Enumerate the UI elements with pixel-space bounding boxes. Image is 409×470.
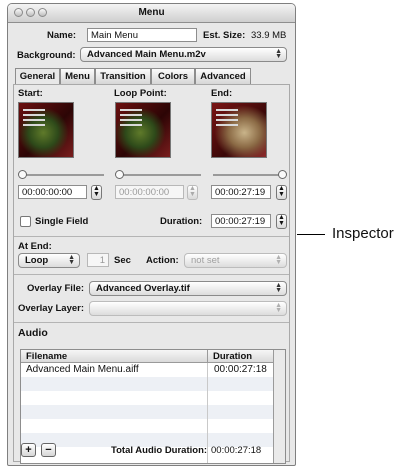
popup-arrows-icon: ▲ ▼	[275, 48, 282, 60]
empty-row	[21, 377, 273, 391]
action-popup-value: not set	[191, 255, 220, 266]
end-label: End:	[211, 88, 233, 99]
background-label: Background:	[17, 50, 76, 61]
action-label: Action:	[146, 255, 179, 266]
duration-stepper[interactable]: ▲ ▼	[276, 214, 287, 229]
loop-point-slider-knob[interactable]	[115, 170, 124, 179]
background-popup-value: Advanced Main Menu.m2v	[87, 49, 206, 60]
add-audio-button[interactable]: +	[21, 443, 36, 457]
end-timecode-stepper[interactable]: ▲ ▼	[276, 185, 287, 200]
loop-point-timecode-field: 00:00:00:00	[115, 185, 184, 199]
single-field-label: Single Field	[35, 216, 89, 227]
window-title: Menu	[138, 7, 165, 18]
popup-arrows-icon: ▲ ▼	[68, 254, 75, 266]
single-field-checkbox[interactable]	[20, 216, 31, 227]
audio-section-title: Audio	[18, 327, 48, 339]
action-popup: not set ▲ ▼	[184, 253, 287, 268]
overlay-layer-label: Overlay Layer:	[18, 303, 85, 314]
name-field[interactable]: Main Menu	[87, 28, 197, 42]
at-end-popup-value: Loop	[25, 255, 49, 266]
end-frame-thumbnail	[211, 102, 267, 158]
audio-duration-cell: 00:00:27:18	[214, 364, 267, 375]
loop-point-timecode-stepper: ▲ ▼	[187, 185, 198, 200]
overlay-file-popup-value: Advanced Overlay.tif	[96, 283, 190, 294]
start-timecode-field[interactable]: 00:00:00:00	[18, 185, 87, 199]
loop-point-slider[interactable]	[115, 170, 203, 180]
total-audio-duration-value: 00:00:27:18	[211, 445, 262, 456]
end-slider[interactable]	[211, 170, 287, 180]
duration-label: Duration:	[160, 216, 203, 227]
sec-field: 1	[87, 253, 109, 267]
overlay-file-label: Overlay File:	[27, 283, 85, 294]
popup-arrows-icon: ▲ ▼	[275, 282, 282, 294]
popup-arrows-icon: ▲ ▼	[275, 254, 282, 266]
est-size-value: 33.9 MB	[251, 30, 287, 41]
tab-transition[interactable]: Transition	[95, 68, 151, 85]
tab-colors[interactable]: Colors	[151, 68, 195, 85]
tab-general[interactable]: General	[15, 68, 60, 85]
audio-filename-cell: Advanced Main Menu.aiff	[26, 364, 139, 375]
callout-line	[297, 234, 325, 235]
at-end-label: At End:	[18, 241, 52, 252]
column-header-duration[interactable]: Duration	[207, 350, 275, 363]
overlay-file-popup[interactable]: Advanced Overlay.tif ▲ ▼	[89, 281, 287, 296]
at-end-popup[interactable]: Loop ▲ ▼	[18, 253, 80, 268]
sec-label: Sec	[114, 255, 131, 266]
popup-arrows-icon: ▲ ▼	[275, 302, 282, 314]
title-bar[interactable]: Menu	[8, 4, 295, 23]
name-label: Name:	[47, 30, 77, 41]
empty-row	[21, 405, 273, 419]
table-row[interactable]: Advanced Main Menu.aiff 00:00:27:18	[21, 363, 273, 377]
remove-audio-button[interactable]: −	[41, 443, 56, 457]
inspector-callout-label: Inspector	[332, 225, 394, 242]
duration-field[interactable]: 00:00:27:19	[211, 214, 271, 228]
column-header-filename[interactable]: Filename	[21, 350, 207, 363]
background-popup[interactable]: Advanced Main Menu.m2v ▲ ▼	[80, 47, 287, 62]
empty-row	[21, 419, 273, 433]
start-timecode-stepper[interactable]: ▲ ▼	[91, 185, 102, 200]
start-slider-knob[interactable]	[18, 170, 27, 179]
start-frame-thumbnail	[18, 102, 74, 158]
audio-table-scrollbar[interactable]	[273, 350, 285, 463]
inspector-window: Menu Name: Main Menu Est. Size: 33.9 MB …	[7, 3, 296, 466]
overlay-layer-popup: ▲ ▼	[89, 301, 287, 316]
total-audio-duration-label: Total Audio Duration:	[111, 445, 208, 456]
est-size-label: Est. Size:	[203, 30, 246, 41]
empty-row	[21, 391, 273, 405]
loop-point-label: Loop Point:	[114, 88, 167, 99]
tab-menu[interactable]: Menu	[60, 68, 95, 85]
tab-advanced[interactable]: Advanced	[195, 68, 251, 85]
end-timecode-field[interactable]: 00:00:27:19	[211, 185, 271, 199]
start-slider[interactable]	[18, 170, 106, 180]
end-slider-knob[interactable]	[278, 170, 287, 179]
loop-point-frame-thumbnail	[115, 102, 171, 158]
start-label: Start:	[18, 88, 43, 99]
